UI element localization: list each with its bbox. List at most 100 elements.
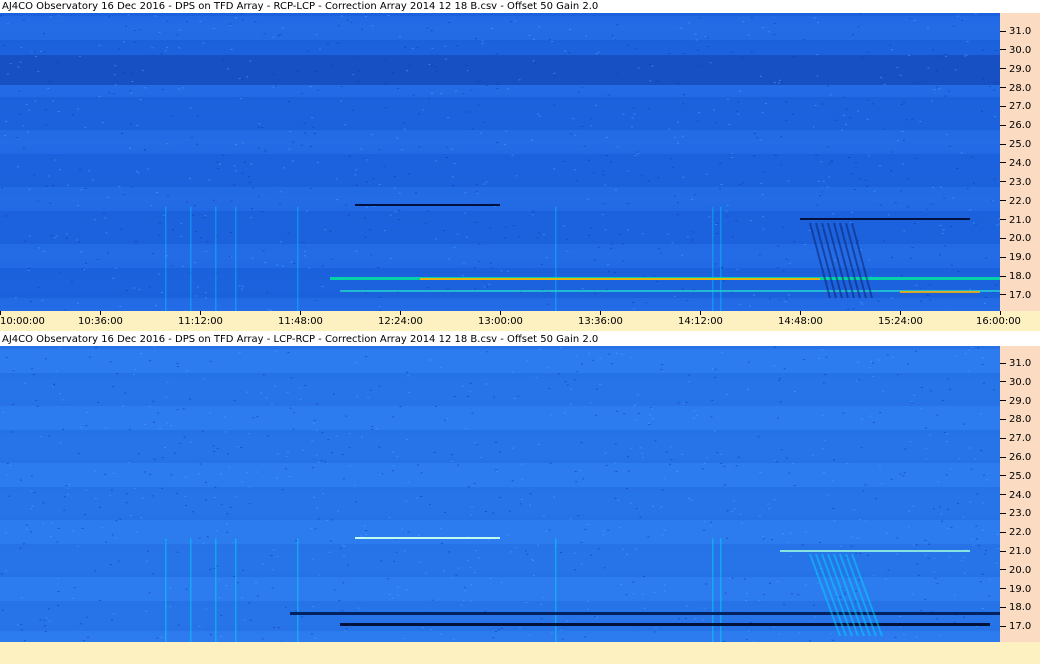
spectrogram-band xyxy=(0,13,1000,16)
noise-speckle xyxy=(177,624,180,626)
y-tick-label: 31.0 xyxy=(1000,359,1031,369)
noise-speckle xyxy=(420,496,423,497)
noise-speckle xyxy=(166,381,169,383)
spectrogram-band xyxy=(0,271,1000,274)
noise-speckle xyxy=(828,176,831,178)
noise-speckle xyxy=(845,108,848,110)
noise-speckle xyxy=(726,205,729,206)
noise-speckle xyxy=(793,391,796,392)
noise-speckle xyxy=(957,271,960,272)
noise-speckle xyxy=(149,360,152,362)
noise-speckle xyxy=(324,229,326,231)
noise-speckle xyxy=(856,380,859,382)
noise-speckle xyxy=(792,462,795,464)
noise-speckle xyxy=(719,188,721,190)
noise-speckle xyxy=(864,520,867,522)
noise-speckle xyxy=(740,57,743,59)
noise-speckle xyxy=(158,222,161,224)
noise-speckle xyxy=(478,260,481,262)
noise-speckle xyxy=(304,385,307,386)
noise-speckle xyxy=(855,552,858,554)
noise-speckle xyxy=(694,194,697,196)
noise-speckle xyxy=(25,103,28,105)
noise-speckle xyxy=(384,107,387,109)
noise-speckle xyxy=(729,577,732,579)
noise-speckle xyxy=(969,501,972,503)
noise-speckle xyxy=(313,422,315,424)
noise-speckle xyxy=(378,306,381,308)
noise-speckle xyxy=(660,506,663,508)
noise-speckle xyxy=(38,247,40,249)
noise-speckle xyxy=(924,598,927,600)
noise-speckle xyxy=(703,607,706,609)
noise-speckle xyxy=(272,86,275,88)
noise-speckle xyxy=(813,604,816,606)
emission-band-hot xyxy=(900,291,980,293)
noise-speckle xyxy=(314,299,317,301)
noise-speckle xyxy=(439,366,442,368)
noise-speckle xyxy=(580,563,583,565)
noise-speckle xyxy=(143,424,146,425)
noise-speckle xyxy=(649,80,652,82)
spectrogram-band xyxy=(0,88,1000,91)
noise-speckle xyxy=(601,214,604,216)
noise-speckle xyxy=(616,146,619,148)
noise-speckle xyxy=(903,102,905,103)
noise-speckle xyxy=(592,172,595,174)
noise-speckle xyxy=(514,20,517,22)
spectrogram-band xyxy=(0,523,1000,526)
noise-speckle xyxy=(903,633,905,635)
noise-speckle xyxy=(471,412,474,414)
noise-speckle xyxy=(927,557,930,559)
noise-speckle xyxy=(763,594,766,595)
noise-speckle xyxy=(694,618,697,620)
noise-speckle xyxy=(52,100,55,102)
noise-speckle xyxy=(383,166,386,168)
noise-speckle xyxy=(25,524,28,526)
noise-speckle xyxy=(176,34,179,36)
noise-speckle xyxy=(57,591,60,592)
noise-speckle xyxy=(850,222,852,223)
noise-speckle xyxy=(290,377,293,379)
noise-speckle xyxy=(311,117,314,119)
noise-speckle xyxy=(465,236,468,238)
noise-speckle xyxy=(341,453,344,455)
noise-speckle xyxy=(311,440,314,442)
spectrogram-band xyxy=(0,178,1000,181)
noise-speckle xyxy=(342,544,345,546)
spectrogram-band xyxy=(0,412,1000,415)
noise-speckle xyxy=(315,429,318,431)
noise-speckle xyxy=(861,56,864,58)
noise-speckle xyxy=(288,476,291,477)
noise-speckle xyxy=(614,497,617,499)
noise-speckle xyxy=(5,532,7,534)
noise-speckle xyxy=(496,83,499,85)
spectrogram-band xyxy=(0,295,1000,298)
spectrogram-band xyxy=(0,619,1000,622)
noise-speckle xyxy=(281,265,284,267)
noise-speckle xyxy=(969,447,971,449)
noise-speckle xyxy=(182,87,185,89)
noise-speckle xyxy=(641,175,644,177)
noise-speckle xyxy=(45,124,48,126)
noise-speckle xyxy=(595,616,598,618)
noise-speckle xyxy=(265,397,268,399)
noise-speckle xyxy=(773,365,776,367)
noise-speckle xyxy=(936,583,939,585)
noise-speckle xyxy=(789,532,792,534)
noise-speckle xyxy=(676,202,679,204)
spectrogram-band xyxy=(0,190,1000,193)
y-tick-label: 25.0 xyxy=(1000,140,1031,150)
noise-speckle xyxy=(631,126,633,128)
noise-speckle xyxy=(963,423,966,425)
noise-speckle xyxy=(462,599,465,601)
y-tick-label: 17.0 xyxy=(1000,622,1031,632)
noise-speckle xyxy=(340,15,343,17)
noise-speckle xyxy=(954,355,957,357)
noise-speckle xyxy=(663,529,666,531)
noise-speckle xyxy=(869,415,872,417)
noise-speckle xyxy=(513,398,516,400)
noise-speckle xyxy=(45,617,48,619)
noise-speckle xyxy=(614,271,617,273)
noise-speckle xyxy=(288,100,291,102)
